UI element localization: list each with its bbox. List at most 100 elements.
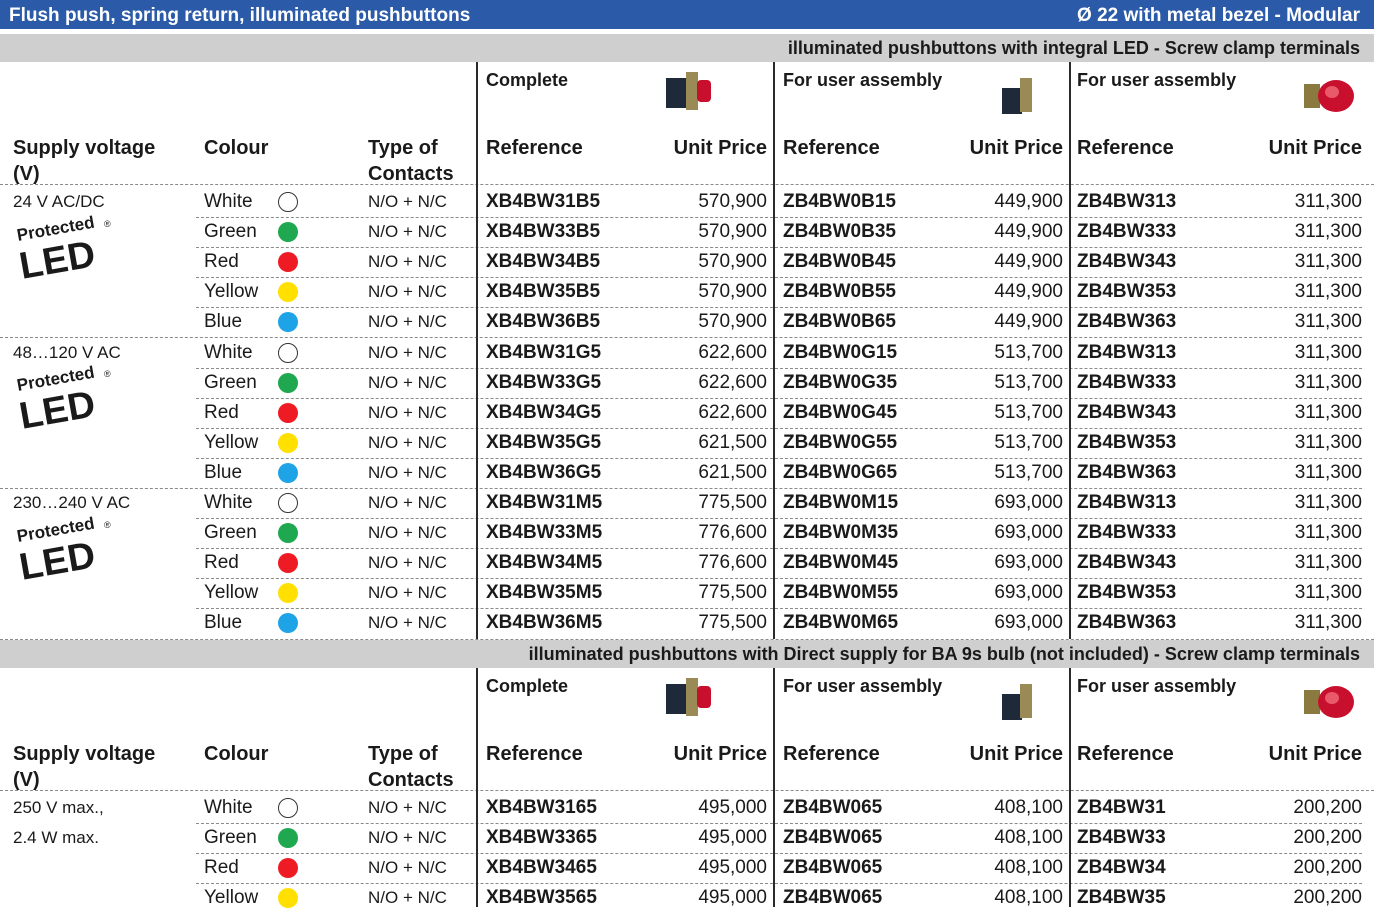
col-header-colour: Colour — [204, 137, 269, 159]
col-header-contacts: Type of Contacts — [368, 743, 454, 791]
contact-type: N/O + N/C — [368, 462, 447, 482]
unit-price-user-assembly-2: 311,300 — [1294, 191, 1362, 212]
unit-price-complete: 776,600 — [698, 522, 767, 544]
white-colour-dot — [278, 342, 298, 363]
unit-price-user-assembly-1: 693,000 — [994, 492, 1063, 513]
colour-name: Blue — [204, 612, 243, 634]
unit-price-user-assembly-1: 449,900 — [994, 251, 1063, 273]
logo-registered-mark: ® — [104, 520, 111, 530]
reference-complete: XB4BW3165 — [486, 797, 597, 818]
product-image-user-assembly-2 — [1304, 80, 1354, 112]
reference-complete: XB4BW33M5 — [486, 522, 603, 544]
reference-complete: XB4BW34G5 — [486, 401, 602, 423]
unit-price-user-assembly-2: 311,300 — [1294, 251, 1362, 273]
reference-user-assembly-2: ZB4BW333 — [1077, 522, 1177, 544]
page-subtitle: Ø 22 with metal bezel - Modular — [1077, 5, 1360, 26]
product-label-user-assembly-2: For user assembly — [1077, 70, 1237, 90]
blue-colour-dot — [278, 462, 298, 483]
white-colour-dot — [278, 493, 298, 513]
reference-complete: XB4BW31B5 — [486, 191, 601, 212]
page-header: Flush push, spring return, illuminated p… — [0, 0, 1374, 29]
unit-price-user-assembly-2: 311,300 — [1294, 492, 1362, 513]
colour-name: Red — [204, 552, 239, 574]
col-header-supply: Supply voltage (V) — [13, 137, 156, 185]
colour-name: Green — [204, 221, 257, 243]
reference-user-assembly-2: ZB4BW333 — [1077, 371, 1177, 393]
col-header-reference-1: Reference — [486, 137, 583, 159]
reference-complete: XB4BW3365 — [486, 827, 597, 849]
unit-price-user-assembly-2: 311,300 — [1294, 311, 1362, 333]
supply-voltage: 2.4 W max. — [13, 828, 99, 848]
reference-user-assembly-1: ZB4BW0B45 — [783, 251, 896, 273]
supply-voltage: 48…120 V AC — [13, 342, 121, 362]
section-title: illuminated pushbuttons with Direct supp… — [528, 644, 1360, 664]
product-label-user-assembly-1: For user assembly — [783, 676, 943, 696]
reference-user-assembly-1: ZB4BW0M45 — [783, 552, 899, 574]
reference-user-assembly-1: ZB4BW0G55 — [783, 431, 898, 453]
colour-name: Green — [204, 371, 257, 393]
reference-complete: XB4BW35G5 — [486, 431, 602, 453]
green-colour-dot — [278, 828, 298, 849]
column-separator-3 — [1069, 668, 1071, 907]
reference-user-assembly-1: ZB4BW065 — [783, 827, 883, 849]
contact-type: N/O + N/C — [368, 402, 447, 422]
unit-price-complete: 570,900 — [698, 191, 767, 212]
unit-price-user-assembly-1: 513,700 — [994, 341, 1063, 363]
colour-name: White — [204, 797, 253, 818]
unit-price-user-assembly-2: 200,200 — [1293, 887, 1362, 909]
contact-type: N/O + N/C — [368, 252, 447, 272]
supply-voltage: 230…240 V AC — [13, 493, 131, 512]
reference-complete: XB4BW3565 — [486, 887, 597, 909]
reference-complete: XB4BW36M5 — [486, 612, 603, 634]
reference-user-assembly-1: ZB4BW0G65 — [783, 461, 898, 483]
unit-price-user-assembly-1: 449,900 — [994, 191, 1063, 212]
contact-type: N/O + N/C — [368, 553, 447, 573]
green-colour-dot — [278, 523, 298, 544]
reference-user-assembly-2: ZB4BW35 — [1077, 887, 1166, 909]
contact-type: N/O + N/C — [368, 282, 447, 302]
contact-type: N/O + N/C — [368, 372, 447, 392]
green-colour-dot — [278, 372, 298, 393]
col-header-reference-3: Reference — [1077, 137, 1174, 159]
contact-type: N/O + N/C — [368, 523, 447, 543]
unit-price-user-assembly-2: 311,300 — [1294, 612, 1362, 634]
contact-type: N/O + N/C — [368, 828, 447, 848]
col-header-contacts: Type of Contacts — [368, 137, 454, 185]
reference-user-assembly-1: ZB4BW0M65 — [783, 612, 899, 634]
reference-user-assembly-1: ZB4BW0G45 — [783, 401, 898, 423]
product-image-user-assembly-1 — [1002, 78, 1032, 114]
colour-name: Blue — [204, 461, 243, 483]
unit-price-complete: 570,900 — [698, 221, 767, 243]
unit-price-user-assembly-2: 311,300 — [1294, 371, 1362, 393]
product-label-user-assembly-1: For user assembly — [783, 70, 943, 90]
unit-price-complete: 622,600 — [698, 401, 767, 423]
col-header-unit-price-2: Unit Price — [969, 743, 1063, 765]
colour-name: White — [204, 341, 253, 363]
protected-led-logo-1: Protected ®LED — [16, 215, 111, 285]
reference-user-assembly-2: ZB4BW363 — [1077, 311, 1177, 333]
contact-type: N/O + N/C — [368, 493, 447, 512]
logo-registered-mark: ® — [104, 369, 111, 379]
colour-name: Red — [204, 857, 239, 879]
section-title: illuminated pushbuttons with integral LE… — [787, 38, 1360, 58]
section-band-1: illuminated pushbuttons with integral LE… — [0, 34, 1374, 62]
unit-price-user-assembly-2: 200,200 — [1293, 827, 1362, 849]
colour-name: White — [204, 191, 253, 212]
unit-price-complete: 621,500 — [698, 461, 767, 483]
protected-led-logo-2: Protected ®LED — [16, 365, 111, 435]
colour-name: Green — [204, 522, 257, 544]
reference-complete: XB4BW36G5 — [486, 461, 602, 483]
unit-price-user-assembly-1: 513,700 — [994, 431, 1063, 453]
contact-type: N/O + N/C — [368, 432, 447, 452]
unit-price-user-assembly-1: 693,000 — [994, 522, 1063, 544]
white-colour-dot — [278, 192, 298, 212]
reference-complete: XB4BW31G5 — [486, 341, 602, 363]
unit-price-user-assembly-1: 408,100 — [994, 797, 1063, 818]
product-image-complete — [666, 72, 711, 110]
reference-complete: XB4BW36B5 — [486, 311, 601, 333]
contact-type: N/O + N/C — [368, 222, 447, 242]
colour-name: Yellow — [204, 582, 259, 604]
unit-price-user-assembly-2: 311,300 — [1294, 582, 1362, 604]
contact-type: N/O + N/C — [368, 613, 447, 633]
column-separator-2 — [773, 668, 775, 907]
